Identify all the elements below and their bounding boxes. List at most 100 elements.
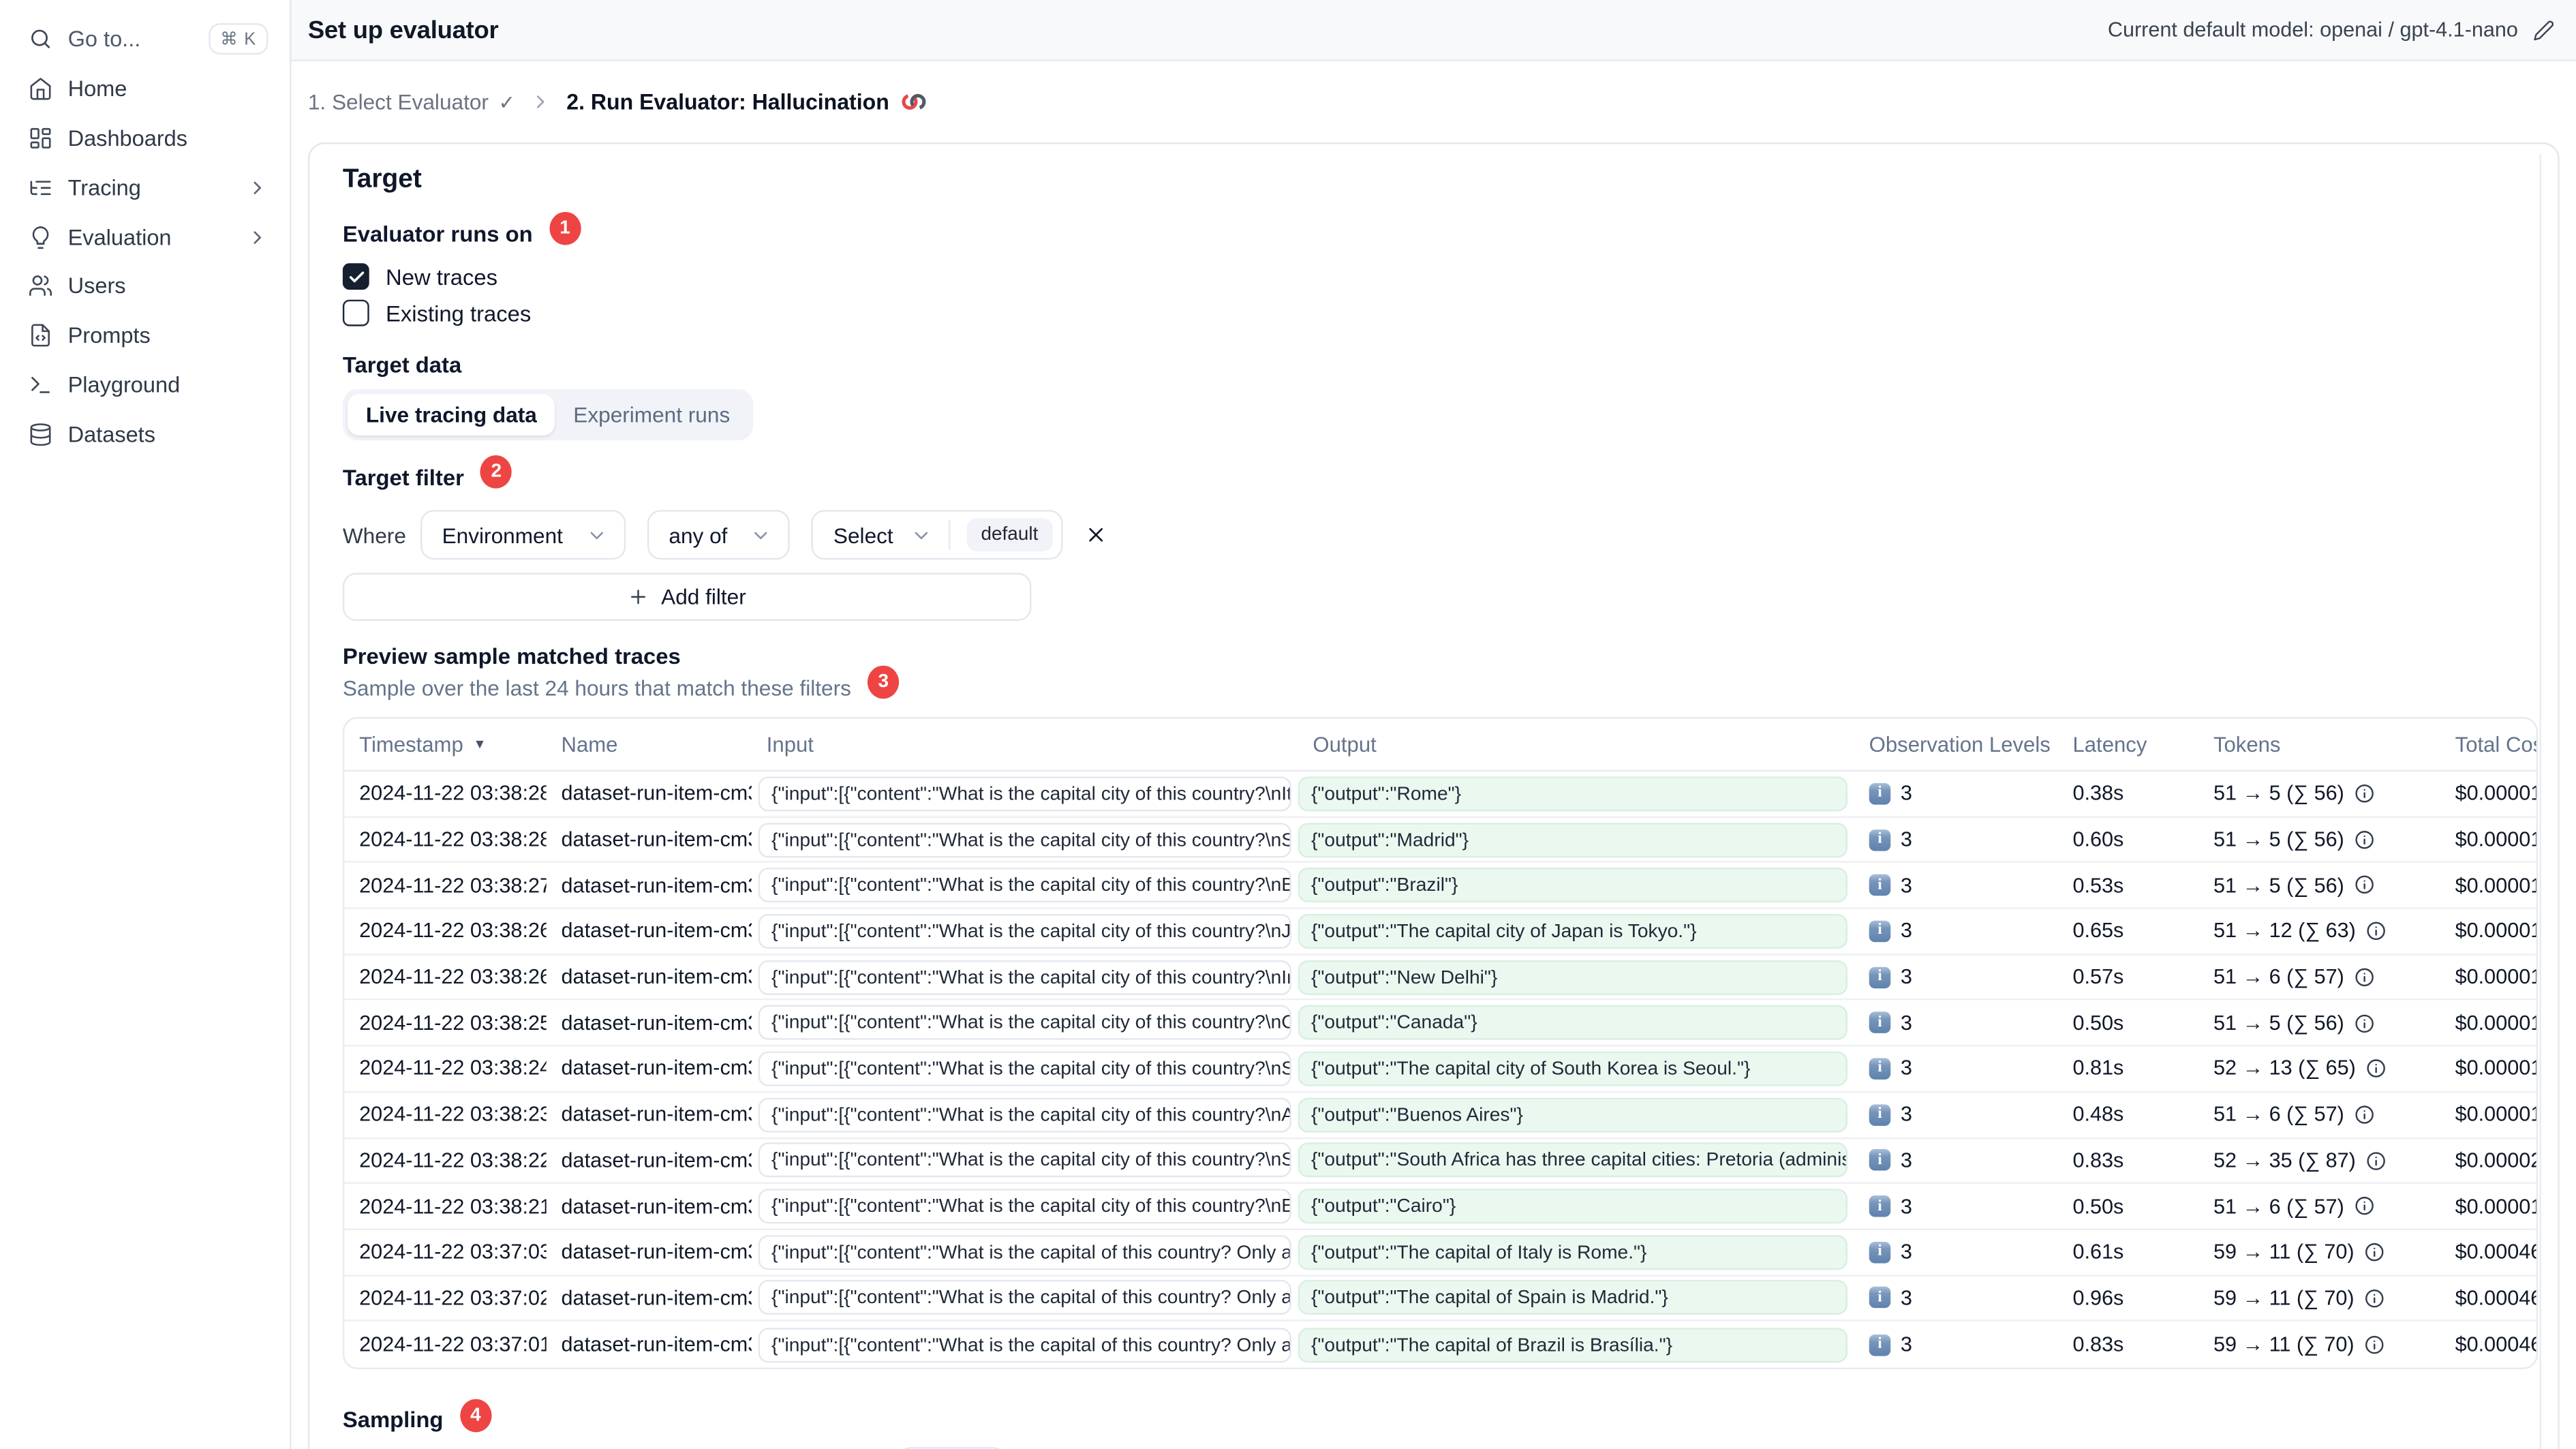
- info-icon: [2367, 1151, 2385, 1170]
- sidebar-item-evaluation[interactable]: Evaluation: [0, 212, 290, 261]
- cell-input[interactable]: {"input":[{"content":"What is the capita…: [758, 1280, 1291, 1315]
- cell-output[interactable]: {"output":"The capital city of South Kor…: [1298, 1051, 1848, 1086]
- cell-total-cost: $0.00046 (: [2455, 1240, 2536, 1264]
- tab-live-tracing-data[interactable]: Live tracing data: [348, 394, 555, 436]
- cell-output[interactable]: {"output":"Brazil"}: [1298, 868, 1848, 903]
- column-header-name[interactable]: Name: [547, 732, 752, 757]
- info-square-icon: i: [1869, 828, 1891, 851]
- cell-total-cost: $0.000029: [2455, 1148, 2536, 1172]
- cell-name: dataset-run-item-cm3s4: [561, 919, 752, 943]
- cell-timestamp: 2024-11-22 03:37:03: [359, 1240, 547, 1264]
- column-header-input[interactable]: Input: [752, 732, 1298, 757]
- checkbox-existing-traces[interactable]: Existing traces: [342, 299, 2538, 326]
- pencil-edit-icon[interactable]: [2533, 19, 2555, 41]
- column-header-total-cost[interactable]: Total Cost: [2440, 732, 2536, 757]
- cell-output[interactable]: {"output":"The capital of Brazil is Bras…: [1298, 1327, 1848, 1362]
- cell-input[interactable]: {"input":[{"content":"What is the capita…: [758, 1005, 1291, 1041]
- cell-output[interactable]: {"output":"Madrid"}: [1298, 822, 1848, 857]
- page-title: Set up evaluator: [307, 16, 499, 44]
- cell-input-wrap: {"input":[{"content":"What is the capita…: [752, 864, 1298, 908]
- filter-builder-row: Where Environment any of Select default: [343, 510, 2538, 560]
- checkbox-new-traces[interactable]: New traces: [342, 263, 2538, 290]
- sidebar-item-home[interactable]: Home: [0, 64, 290, 113]
- cell-input[interactable]: {"input":[{"content":"What is the capita…: [758, 1143, 1291, 1178]
- cell-output[interactable]: {"output":"New Delhi"}: [1298, 960, 1848, 995]
- runs-on-label: Evaluator runs on: [342, 221, 533, 246]
- sidebar-item-playground[interactable]: Playground: [0, 361, 290, 410]
- cell-total-cost: $0.000011 (: [2455, 1103, 2536, 1127]
- column-header-latency[interactable]: Latency: [2058, 732, 2198, 757]
- cell-input[interactable]: {"input":[{"content":"What is the capita…: [758, 1327, 1291, 1362]
- cell-output[interactable]: {"output":"The capital of Spain is Madri…: [1298, 1280, 1848, 1315]
- cell-timestamp: 2024-11-22 03:38:26: [359, 965, 547, 989]
- target-filter-label: Target filter: [342, 464, 464, 489]
- sidebar-item-users[interactable]: Users: [0, 262, 290, 311]
- cell-latency: 0.65s: [2072, 919, 2124, 943]
- add-filter-button[interactable]: Add filter: [342, 573, 1032, 621]
- column-header-output[interactable]: Output: [1298, 732, 1854, 757]
- cell-input[interactable]: {"input":[{"content":"What is the capita…: [758, 1097, 1291, 1132]
- runs-on-row: Evaluator runs on 1: [342, 211, 2538, 250]
- tab-experiment-runs[interactable]: Experiment runs: [555, 394, 748, 436]
- cell-observation-levels: i3: [1854, 909, 2058, 954]
- step-badge-2: 2: [480, 455, 512, 489]
- chevron-down-icon: [590, 531, 603, 538]
- cell-output[interactable]: {"output":"Canada"}: [1298, 1005, 1848, 1041]
- cell-latency: 0.50s: [2072, 1011, 2124, 1035]
- filter-value-select[interactable]: Select default: [812, 510, 1063, 560]
- cell-input[interactable]: {"input":[{"content":"What is the capita…: [758, 960, 1291, 995]
- table-row: 2024-11-22 03:38:28 dataset-run-item-cm3s…: [344, 817, 2536, 864]
- cell-timestamp: 2024-11-22 03:38:28: [359, 827, 547, 851]
- dashboard-icon: [30, 127, 51, 149]
- filter-operator-select[interactable]: any of: [647, 510, 791, 560]
- cell-output-wrap: {"output":"Cairo"}: [1298, 1184, 1854, 1228]
- cell-output[interactable]: {"output":"Buenos Aires"}: [1298, 1097, 1848, 1132]
- remove-filter-button[interactable]: [1084, 523, 1107, 547]
- preview-traces-table: Timestamp ▼ Name Input Output Observation Lev…: [342, 716, 2539, 1369]
- column-header-observation-levels[interactable]: Observation Levels: [1854, 732, 2058, 757]
- sidebar-item-prompts[interactable]: Prompts: [0, 311, 290, 360]
- checkbox-label: New traces: [386, 264, 498, 289]
- sidebar-goto-search[interactable]: Go to... ⌘ K: [0, 15, 290, 64]
- goto-label: Go to...: [67, 27, 141, 52]
- cell-output[interactable]: {"output":"The capital of Italy is Rome.…: [1298, 1234, 1848, 1270]
- cell-output[interactable]: {"output":"Cairo"}: [1298, 1189, 1848, 1224]
- cell-total-cost: $0.00046 (: [2455, 1332, 2536, 1356]
- preview-subtext-row: Sample over the last 24 hours that match…: [343, 665, 2538, 704]
- cell-input[interactable]: {"input":[{"content":"What is the capita…: [758, 1051, 1291, 1086]
- info-icon: [2367, 1059, 2385, 1078]
- cell-output[interactable]: {"output":"Rome"}: [1298, 776, 1848, 811]
- target-data-label: Target data: [342, 352, 462, 378]
- search-icon: [31, 30, 50, 49]
- cell-input[interactable]: {"input":[{"content":"What is the capita…: [758, 868, 1291, 903]
- table-row: 2024-11-22 03:38:21 dataset-run-item-cm3s…: [344, 1184, 2536, 1230]
- cell-input[interactable]: {"input":[{"content":"What is the capita…: [758, 776, 1291, 811]
- column-header-timestamp[interactable]: Timestamp ▼: [344, 732, 546, 757]
- cell-timestamp: 2024-11-22 03:38:24: [359, 1057, 547, 1081]
- table-row: 2024-11-22 03:38:28 dataset-run-item-cm3s…: [344, 772, 2536, 818]
- cell-output[interactable]: {"output":"South Africa has three capita…: [1298, 1143, 1848, 1178]
- cell-input[interactable]: {"input":[{"content":"What is the capita…: [758, 822, 1291, 857]
- cell-name: dataset-run-item-cm3s4: [561, 1286, 752, 1310]
- cell-observation-levels: i3: [1854, 1184, 2058, 1228]
- info-square-icon: i: [1869, 1149, 1891, 1172]
- sidebar-item-datasets[interactable]: Datasets: [0, 410, 290, 459]
- checkbox-label: Existing traces: [386, 300, 532, 326]
- cell-total-cost: $0.000011 (: [2455, 873, 2536, 897]
- cell-latency: 0.83s: [2072, 1332, 2124, 1356]
- cell-timestamp: 2024-11-22 03:38:26: [359, 919, 547, 943]
- cell-input[interactable]: {"input":[{"content":"What is the capita…: [758, 1234, 1291, 1270]
- cell-input[interactable]: {"input":[{"content":"What is the capita…: [758, 913, 1291, 949]
- cell-output[interactable]: {"output":"The capital city of Japan is …: [1298, 913, 1848, 949]
- cell-output-wrap: {"output":"Canada"}: [1298, 1001, 1854, 1045]
- ragas-knot-icon: [902, 93, 926, 110]
- cell-observation-levels: i3: [1854, 1322, 2058, 1367]
- sidebar-item-tracing[interactable]: Tracing: [0, 163, 290, 212]
- cell-total-cost: $0.00046 (: [2455, 1286, 2536, 1310]
- sidebar-item-dashboards[interactable]: Dashboards: [0, 114, 290, 163]
- column-header-tokens[interactable]: Tokens: [2198, 732, 2440, 757]
- cell-input[interactable]: {"input":[{"content":"What is the capita…: [758, 1189, 1291, 1224]
- table-row: 2024-11-22 03:38:27 dataset-run-item-cm3s…: [344, 864, 2536, 909]
- breadcrumb-step-1[interactable]: 1. Select Evaluator ✓: [308, 89, 515, 114]
- filter-column-select[interactable]: Environment: [420, 510, 626, 560]
